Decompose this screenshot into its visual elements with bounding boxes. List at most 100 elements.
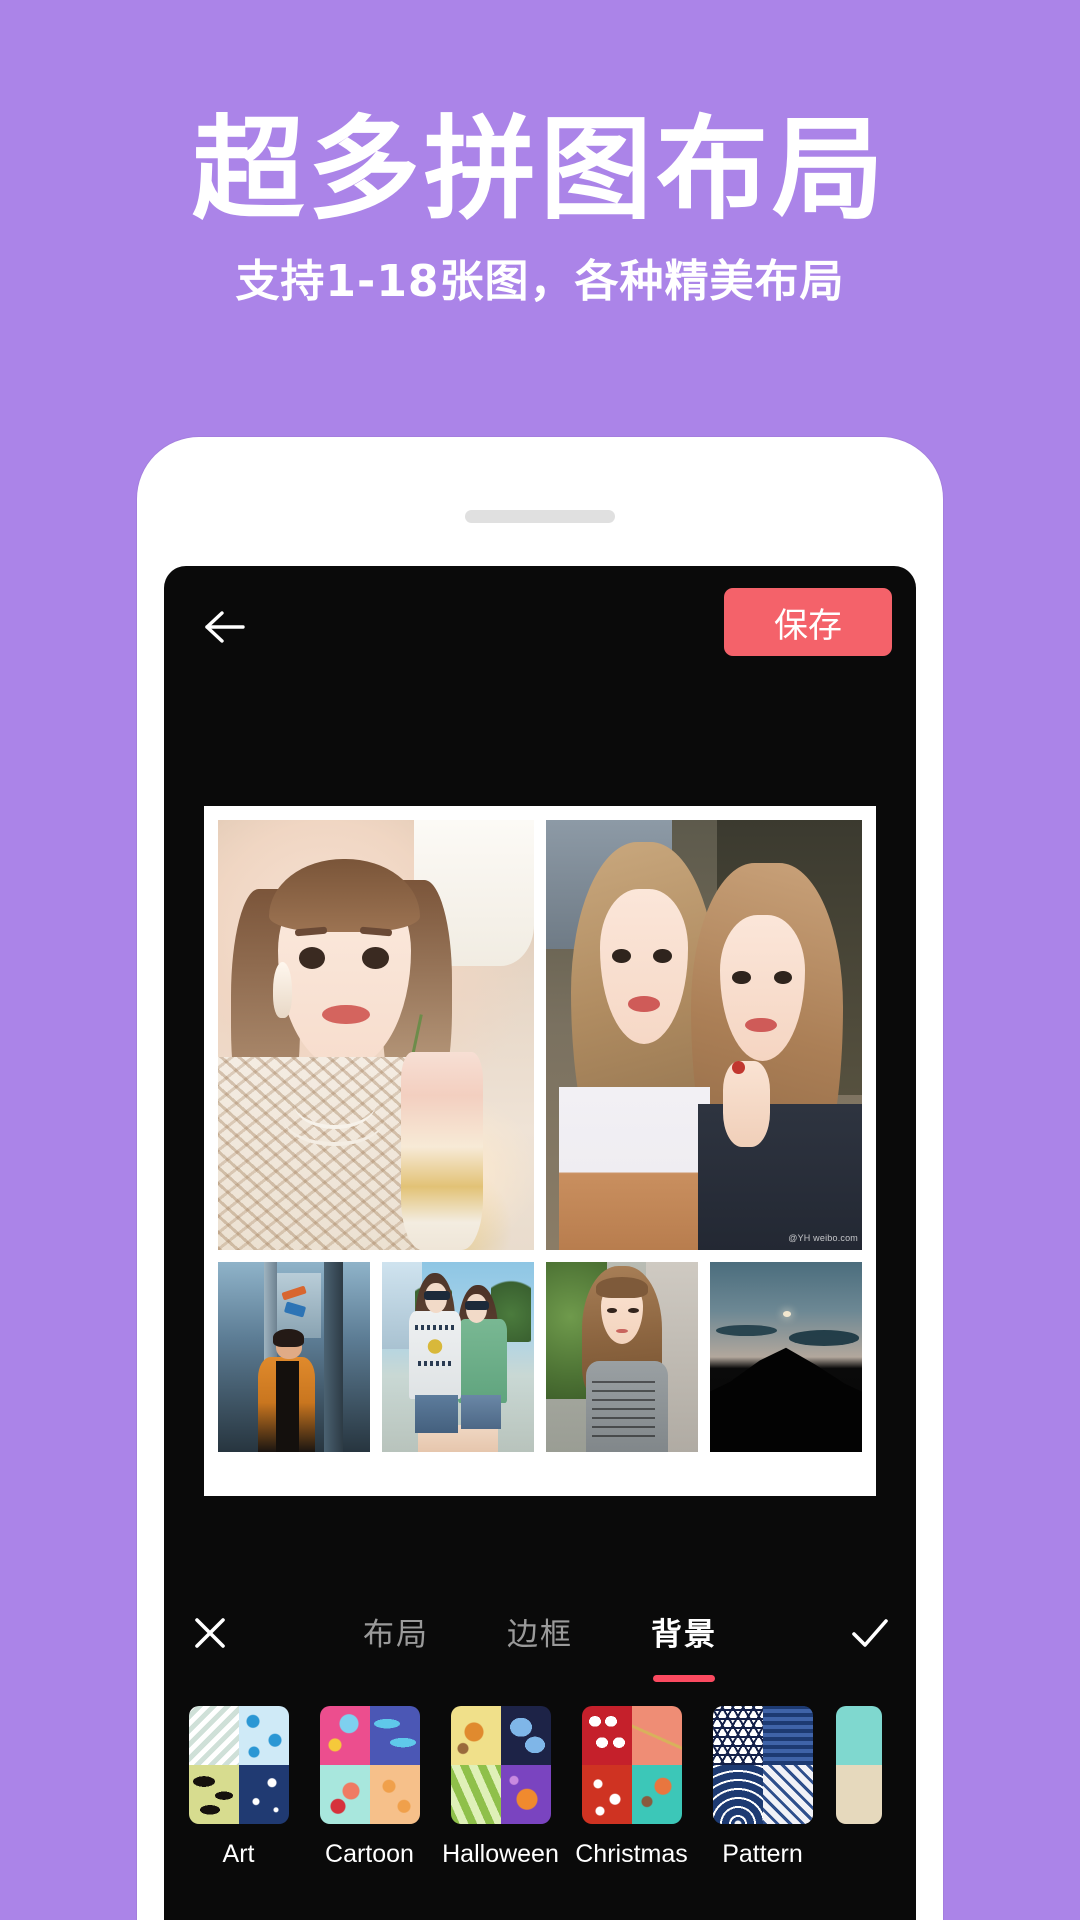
thumb-quadrant <box>450 1765 501 1824</box>
thumb-quadrant <box>859 1765 882 1824</box>
photo-parfait-glass <box>401 1052 484 1250</box>
background-item-next[interactable] <box>835 1706 883 1840</box>
collage-photo-2[interactable]: @YH weibo.com <box>546 820 862 1250</box>
thumb-quadrant <box>712 1765 763 1824</box>
thumb-quadrant <box>369 1765 420 1824</box>
photo-eye-right <box>361 946 389 970</box>
photo-sunglasses-b <box>464 1300 490 1310</box>
collage-photo-5[interactable] <box>546 1262 698 1452</box>
promo-header: 超多拼图布局 支持1-18张图，各种精美布局 <box>0 0 1080 308</box>
promo-page: 超多拼图布局 支持1-18张图，各种精美布局 保存 @YH weibo.com … <box>0 0 1080 1920</box>
thumb-quadrant <box>500 1765 551 1824</box>
collage-photo-3[interactable] <box>218 1262 370 1452</box>
app-header: 保存 <box>164 566 916 680</box>
photo-sweatshirt-text-bottom <box>418 1360 452 1366</box>
photo-sweatshirt-logo <box>420 1334 451 1359</box>
background-item-halloween[interactable]: Halloween <box>442 1706 559 1869</box>
photo-mouth-a <box>628 996 660 1012</box>
photo-eye-right <box>628 1307 639 1313</box>
cancel-button[interactable] <box>164 1578 256 1688</box>
photo-sweatshirt-text-top <box>415 1324 455 1331</box>
photo-green-jacket <box>458 1319 507 1403</box>
thumb-quadrant <box>836 1765 859 1824</box>
thumb-quadrant <box>712 1706 763 1765</box>
thumb-quadrant <box>581 1706 632 1765</box>
background-item-pattern[interactable]: Pattern <box>704 1706 821 1869</box>
thumb-quadrant <box>450 1706 501 1765</box>
close-icon <box>195 1618 225 1648</box>
save-button[interactable]: 保存 <box>724 588 892 656</box>
app-screen: 保存 @YH weibo.com 布局 边框 背景 Art Cartoon Ha… <box>164 566 916 1920</box>
photo-earring <box>273 961 293 1018</box>
photo-sunglasses-a <box>423 1290 450 1300</box>
photo-hair <box>273 1329 304 1347</box>
collage-photo-4[interactable] <box>382 1262 534 1452</box>
photo-inner-shirt <box>275 1360 299 1452</box>
page-title: 超多拼图布局 <box>192 105 888 235</box>
background-item-christmas[interactable]: Christmas <box>573 1706 690 1869</box>
background-thumbnail <box>450 1706 551 1824</box>
thumb-quadrant <box>319 1765 370 1824</box>
page-subtitle: 支持1-18张图，各种精美布局 <box>235 255 845 307</box>
photo-top-print <box>591 1379 656 1437</box>
photo-denim-a <box>415 1395 458 1433</box>
thumb-quadrant <box>500 1706 551 1765</box>
editor-toolbar: 布局 边框 背景 <box>164 1578 916 1688</box>
confirm-button[interactable] <box>824 1578 916 1688</box>
tab-layout[interactable]: 布局 <box>363 1609 429 1658</box>
photo-nail <box>732 1060 746 1074</box>
phone-mockup: 保存 @YH weibo.com 布局 边框 背景 Art Cartoon Ha… <box>137 437 943 1920</box>
thumb-quadrant <box>319 1706 370 1765</box>
photo-cloud-left <box>716 1324 777 1337</box>
tab-border[interactable]: 边框 <box>507 1609 573 1658</box>
photo-eye-a-left <box>612 949 632 963</box>
collage-canvas[interactable]: @YH weibo.com <box>204 806 876 1496</box>
photo-eye-a-right <box>653 949 673 963</box>
photo-mountain <box>710 1347 862 1452</box>
thumb-quadrant <box>762 1765 813 1824</box>
photo-body-a <box>558 1086 711 1250</box>
collage-photo-1[interactable] <box>218 820 534 1250</box>
photo-hand <box>722 1060 771 1147</box>
background-item-cartoon[interactable]: Cartoon <box>311 1706 428 1869</box>
photo-lips <box>322 1004 370 1025</box>
photo-body-b <box>697 1103 862 1250</box>
background-thumbnail <box>188 1706 289 1824</box>
photo-eye-left <box>606 1307 618 1313</box>
thumb-quadrant <box>631 1706 682 1765</box>
background-label: Art <box>222 1840 255 1868</box>
thumb-quadrant <box>188 1706 239 1765</box>
photo-bangs <box>596 1277 648 1299</box>
thumb-quadrant <box>238 1765 289 1824</box>
background-item-art[interactable]: Art <box>180 1706 297 1869</box>
photo-denim-b <box>461 1395 501 1430</box>
background-thumbnail <box>836 1706 882 1824</box>
thumb-quadrant <box>836 1706 859 1765</box>
photo-watermark: @YH weibo.com <box>788 1232 858 1243</box>
background-category-strip[interactable]: Art Cartoon Halloween Christmas Pattern <box>164 1706 916 1920</box>
thumb-quadrant <box>581 1765 632 1824</box>
check-icon <box>852 1619 888 1647</box>
photo-mouth-b <box>745 1017 777 1033</box>
thumb-quadrant <box>631 1765 682 1824</box>
background-label: Christmas <box>575 1840 688 1868</box>
background-thumbnail <box>712 1706 813 1824</box>
collage-top-row: @YH weibo.com <box>218 820 862 1250</box>
thumb-quadrant <box>238 1706 289 1765</box>
thumb-quadrant <box>859 1706 882 1765</box>
thumb-quadrant <box>188 1765 239 1824</box>
background-label: Cartoon <box>325 1840 414 1868</box>
photo-moon <box>782 1311 791 1318</box>
background-thumbnail <box>581 1706 682 1824</box>
thumb-quadrant <box>369 1706 420 1765</box>
tab-background[interactable]: 背景 <box>651 1609 717 1658</box>
collage-photo-6[interactable] <box>710 1262 862 1452</box>
photo-pole-2 <box>324 1262 343 1452</box>
collage-bottom-row <box>218 1262 862 1452</box>
back-button[interactable] <box>194 596 256 658</box>
phone-speaker-grille <box>465 510 615 523</box>
photo-cloud-right <box>789 1330 859 1346</box>
background-label: Halloween <box>442 1840 559 1868</box>
arrow-left-icon <box>205 611 245 643</box>
background-thumbnail <box>319 1706 420 1824</box>
